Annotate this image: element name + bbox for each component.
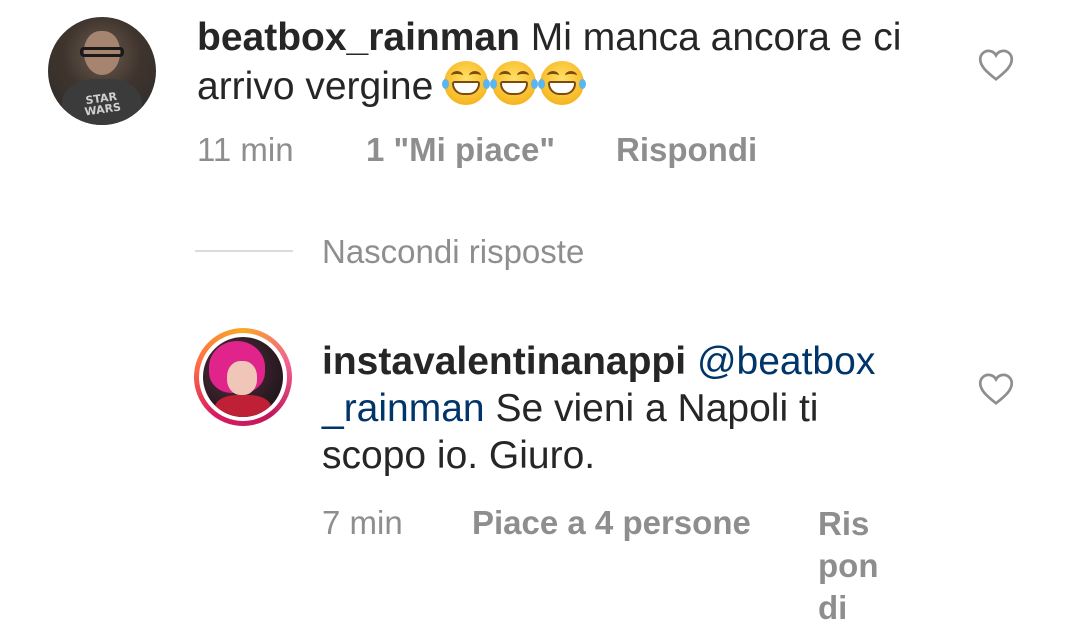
heart-icon[interactable] (978, 372, 1014, 406)
avatar[interactable]: STAR WARS (48, 17, 156, 125)
reply-timestamp: 7 min (322, 504, 403, 541)
reply-likes-count[interactable]: Piace a 4 persone (472, 503, 751, 543)
tears-of-joy-icon (442, 61, 491, 105)
comment-username[interactable]: beatbox_rainman (197, 16, 520, 59)
comment-text-line2: arrivo vergine (197, 65, 434, 108)
hide-replies-button[interactable]: Nascondi risposte (322, 232, 584, 272)
reply-body: instavalentinanappi @beatbox _rainman Se… (322, 338, 942, 479)
reply-text-part1: Se vieni a Napoli ti (495, 387, 819, 430)
reply-button-line: pon (818, 547, 879, 584)
tears-of-joy-icon (538, 61, 587, 105)
comment-text-line1: Mi manca ancora e ci (530, 16, 902, 59)
comment-timestamp: 11 min (197, 131, 294, 168)
reply-button[interactable]: Rispondi (616, 130, 757, 170)
tears-of-joy-icon (490, 61, 539, 105)
reply-button-line: Ris (818, 505, 870, 542)
avatar-shirt-print: STAR WARS (83, 89, 122, 119)
mention-link-continued[interactable]: _rainman (322, 387, 485, 430)
reply-username[interactable]: instavalentinanappi (322, 340, 686, 383)
comment-likes-count[interactable]: 1 "Mi piace" (366, 130, 555, 170)
comments-screen: STAR WARS beatbox_rainman Mi manca ancor… (0, 0, 1080, 624)
heart-icon[interactable] (978, 48, 1014, 82)
reply-button-line: di (818, 589, 848, 624)
reply-reply-button[interactable]: Ris pon di (818, 503, 878, 624)
divider (195, 250, 293, 252)
reply-text-line3: scopo io. Giuro. (322, 434, 596, 477)
mention-link[interactable]: @beatbox (697, 340, 875, 383)
avatar[interactable] (203, 337, 283, 417)
comment-body: beatbox_rainman Mi manca ancora e ci arr… (197, 14, 957, 110)
